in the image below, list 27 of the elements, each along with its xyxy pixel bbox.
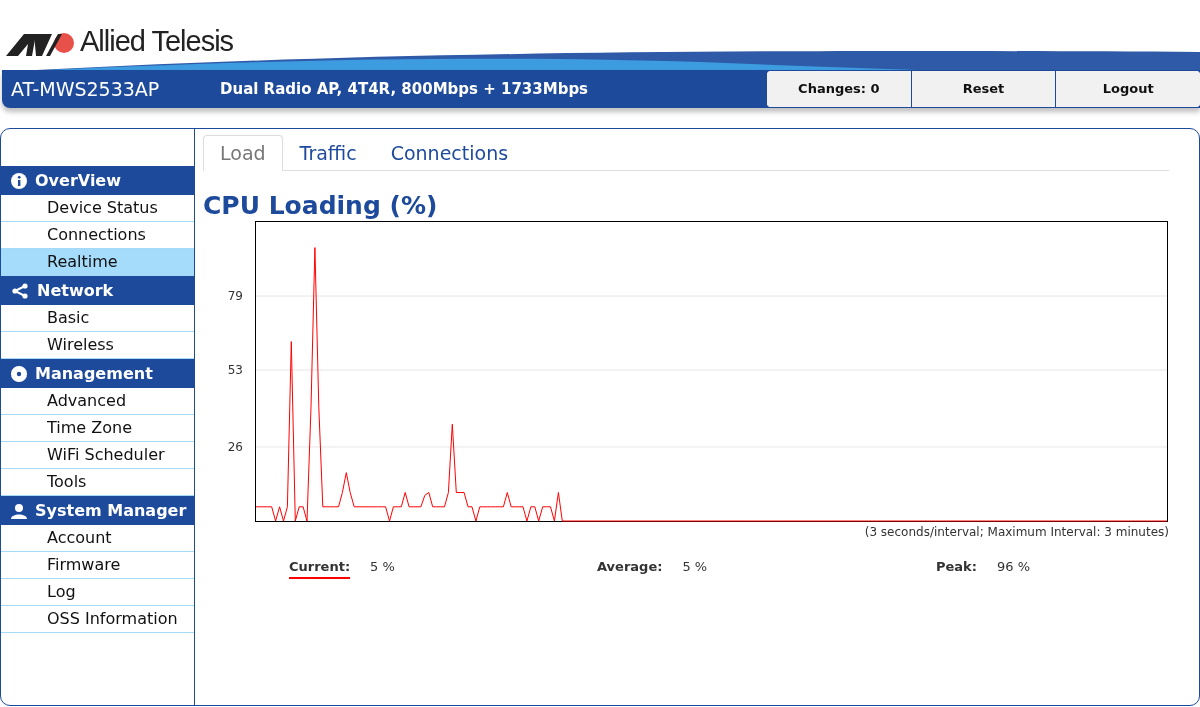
axis-tick-label: 53 [227, 363, 243, 378]
stat-value: 5 % [370, 558, 395, 576]
tab[interactable]: Connections [373, 135, 526, 170]
logout-button[interactable]: Logout [1055, 71, 1200, 107]
device-description: Dual Radio AP, 4T4R, 800Mbps + 1733Mbps [220, 78, 589, 100]
sidebar-section-title: Management [35, 362, 153, 385]
model-name: AT-MWS2533AP [10, 76, 161, 102]
panel-title: CPU Loading (%) [203, 191, 439, 221]
sidebar-section-title: System Manager [35, 499, 187, 522]
axis-tick-label: 26 [227, 439, 243, 454]
tab[interactable]: Traffic [282, 135, 374, 170]
stat-label: Peak: [936, 560, 977, 576]
axis-tick-label: 79 [227, 289, 243, 304]
share-icon [11, 282, 29, 299]
brand-name: Allied Telesis [80, 27, 234, 56]
sidebar-section-title: Network [37, 279, 114, 302]
sidebar-section-title: OverView [35, 169, 121, 192]
stat-value: 5 % [682, 558, 708, 576]
stat-value: 96 % [996, 558, 1030, 576]
info-icon [11, 172, 27, 189]
interval-note: (3 seconds/interval; Maximum Interval: 3 minutes) [863, 524, 1169, 541]
sidebar-item[interactable]: Realtime [1, 249, 194, 276]
user-icon [11, 502, 27, 519]
logo-icon [6, 32, 76, 56]
tab[interactable]: Load [203, 135, 283, 171]
stat-label: Current: [289, 560, 351, 579]
stat-label: Average: [597, 560, 663, 576]
